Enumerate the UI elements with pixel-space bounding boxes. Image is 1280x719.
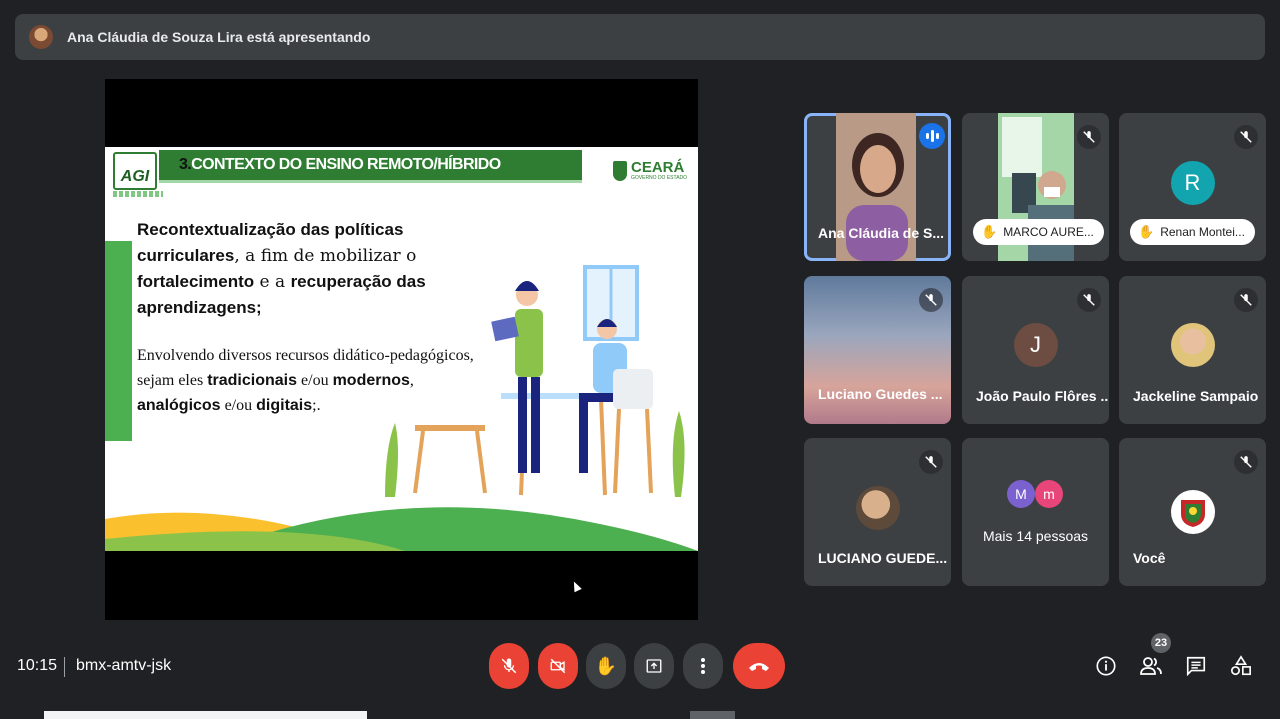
participant-name: Jackeline Sampaio	[1133, 388, 1259, 404]
more-options-button[interactable]	[683, 643, 723, 689]
avatar: m	[1035, 480, 1063, 508]
meeting-code: bmx-amtv-jsk	[76, 657, 172, 674]
participant-tile[interactable]: LUCIANO GUEDE...	[804, 438, 951, 586]
slide-title-bar: 3.CONTEXTO DO ENSINO REMOTO/HÍBRIDO	[159, 150, 582, 183]
people-button[interactable]	[1136, 651, 1166, 681]
students-illustration	[385, 265, 685, 497]
more-icon	[701, 658, 705, 674]
participant-count-badge: 23	[1151, 633, 1171, 653]
end-call-button[interactable]	[733, 643, 785, 689]
taskbar-strip	[690, 711, 735, 719]
activities-button[interactable]	[1226, 651, 1256, 681]
chat-icon	[1186, 656, 1206, 677]
end-call-icon	[749, 663, 769, 671]
presenting-banner: Ana Cláudia de Souza Lira está apresenta…	[15, 14, 1265, 60]
more-people-tile[interactable]: M m Mais 14 pessoas	[962, 438, 1109, 586]
slide-decorative-hills	[105, 507, 698, 551]
speaking-indicator-icon	[919, 123, 945, 149]
participant-tile[interactable]: Ana Cláudia de S...	[804, 113, 951, 261]
participant-name: LUCIANO GUEDE...	[818, 550, 948, 566]
mic-off-icon	[501, 658, 517, 674]
mic-off-icon	[1234, 125, 1258, 149]
avatar: R	[1170, 161, 1215, 205]
mic-off-icon	[1234, 288, 1258, 312]
participant-name: Luciano Guedes ...	[818, 386, 943, 402]
avatar: J	[1013, 323, 1058, 367]
avatar	[1170, 323, 1215, 367]
ceara-shield-icon	[613, 161, 627, 181]
ceara-logo: CEARÁ GOVERNO DO ESTADO	[613, 160, 687, 181]
participant-name: Você	[1133, 550, 1166, 566]
mic-off-icon	[919, 288, 943, 312]
people-icon	[1140, 657, 1162, 675]
more-people-label: Mais 14 pessoas	[982, 528, 1089, 544]
camera-toggle-button[interactable]	[538, 643, 578, 689]
participant-tile[interactable]: ✋ MARCO AURE...	[962, 113, 1109, 261]
participant-tile[interactable]: Luciano Guedes ...	[804, 276, 951, 424]
participant-name: João Paulo Flôres ...	[976, 388, 1109, 404]
presenting-text: Ana Cláudia de Souza Lira está apresenta…	[67, 29, 371, 45]
slide-title: CONTEXTO DO ENSINO REMOTO/HÍBRIDO	[191, 156, 501, 173]
activities-icon	[1231, 655, 1251, 676]
mic-off-icon	[1077, 125, 1101, 149]
chat-button[interactable]	[1181, 651, 1211, 681]
agi-logo: AGI	[113, 152, 157, 190]
mic-off-icon	[1234, 450, 1258, 474]
divider	[64, 657, 65, 677]
avatar	[1170, 490, 1215, 534]
slide-title-number: 3.	[179, 156, 192, 173]
green-side-bar	[105, 241, 132, 441]
mic-off-icon	[919, 450, 943, 474]
raise-hand-icon: ✋	[1138, 224, 1155, 239]
participant-tile[interactable]: Jackeline Sampaio	[1119, 276, 1266, 424]
avatar	[855, 486, 900, 530]
participant-tile[interactable]: R ✋ Renan Montei...	[1119, 113, 1266, 261]
meeting-time: 10:15	[17, 657, 58, 674]
raised-hand-chip: ✋ MARCO AURE...	[973, 219, 1104, 245]
slide: AGI 3.CONTEXTO DO ENSINO REMOTO/HÍBRIDO …	[105, 147, 698, 551]
camera-off-icon	[550, 658, 566, 674]
mouse-cursor-icon	[570, 579, 582, 593]
agi-logo-subtitle	[113, 191, 163, 197]
participant-name: Ana Cláudia de S...	[818, 225, 945, 241]
present-button[interactable]	[634, 643, 674, 689]
taskbar-strip	[44, 711, 367, 719]
presenter-avatar	[29, 25, 53, 49]
raised-hand-chip: ✋ Renan Montei...	[1130, 219, 1255, 245]
info-icon	[1096, 656, 1116, 676]
present-icon	[646, 659, 662, 673]
meeting-info-button[interactable]	[1091, 651, 1121, 681]
meeting-controls-bar: 10:15 bmx-amtv-jsk ✋ 23	[0, 633, 1280, 696]
participant-tile[interactable]: J João Paulo Flôres ...	[962, 276, 1109, 424]
coat-of-arms-icon	[1180, 500, 1205, 527]
mic-off-icon	[1077, 288, 1101, 312]
avatar: M	[1007, 480, 1035, 508]
mic-toggle-button[interactable]	[489, 643, 529, 689]
raise-hand-button[interactable]: ✋	[586, 643, 626, 689]
presentation-stage[interactable]: AGI 3.CONTEXTO DO ENSINO REMOTO/HÍBRIDO …	[105, 79, 698, 620]
participant-tile-self[interactable]: Você	[1119, 438, 1266, 586]
raise-hand-icon: ✋	[594, 655, 618, 676]
raise-hand-icon: ✋	[981, 224, 998, 239]
